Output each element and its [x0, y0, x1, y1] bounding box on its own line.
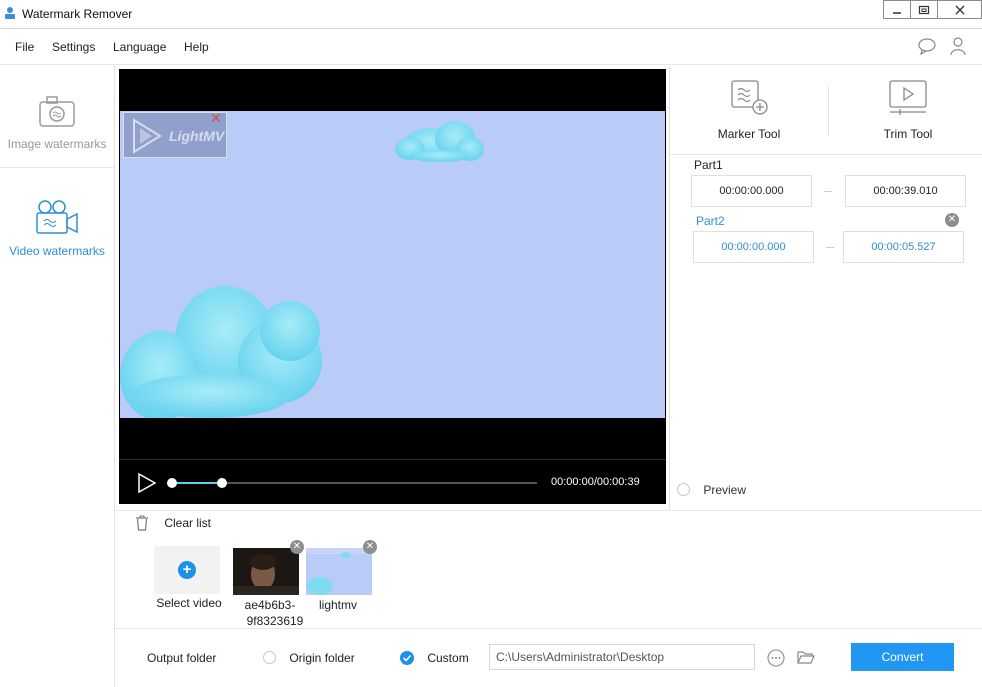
clear-list-label: Clear list	[164, 516, 212, 530]
preview-radio[interactable]	[677, 483, 690, 497]
playback-time: 00:00:00/00:00:39	[551, 476, 640, 488]
checkmark-icon	[402, 654, 412, 662]
part2-label: Part2	[696, 214, 725, 228]
seek-bar-progress	[171, 482, 223, 484]
file-thumbnail-2[interactable]	[306, 548, 372, 595]
menu-bar: File Settings Language Help	[0, 30, 982, 65]
seek-bar[interactable]	[167, 478, 537, 488]
file-thumbnail-1[interactable]	[233, 548, 299, 595]
trim-tool-icon	[889, 80, 927, 115]
minimize-button[interactable]	[883, 0, 911, 19]
sidebar: Image watermarks Video watermarks	[0, 66, 115, 687]
output-folder-label: Output folder	[147, 651, 217, 665]
watermark-remove-icon[interactable]: ✕	[210, 110, 222, 127]
tools-panel: Marker Tool Trim Tool Part1 00:00:00.000…	[669, 66, 982, 510]
sidebar-item-label: Image watermarks	[7, 137, 107, 151]
menu-file[interactable]: File	[15, 40, 34, 54]
trash-icon	[136, 515, 148, 531]
custom-folder-option[interactable]: Custom	[400, 650, 469, 665]
tool-separator	[828, 86, 829, 136]
preview-option[interactable]: Preview	[677, 482, 746, 497]
convert-button[interactable]: Convert	[851, 643, 954, 671]
close-button[interactable]	[938, 0, 982, 19]
part1-label: Part1	[694, 158, 723, 172]
output-path-field[interactable]	[489, 644, 755, 670]
more-options-icon[interactable]	[767, 649, 785, 667]
file-2-name: lightmv	[318, 598, 357, 612]
marker-tool-label: Marker Tool	[717, 127, 781, 141]
remove-file-1-icon[interactable]: ✕	[290, 540, 304, 554]
remove-file-2-icon[interactable]: ✕	[363, 540, 377, 554]
app-logo-icon	[5, 7, 15, 19]
clear-list-button[interactable]: Clear list	[135, 515, 211, 531]
range-dash	[826, 247, 834, 248]
custom-label: Custom	[427, 650, 469, 665]
video-thumbnail-image	[306, 548, 372, 595]
sidebar-item-video-watermarks[interactable]: Video watermarks	[0, 199, 114, 258]
select-video-label: Select video	[156, 596, 222, 610]
trim-tool-button[interactable]: Trim Tool	[848, 78, 968, 141]
marker-tool-button[interactable]: Marker Tool	[689, 78, 809, 141]
lightmv-logo-icon	[133, 118, 162, 154]
feedback-icon[interactable]	[917, 36, 937, 56]
custom-radio-checked[interactable]	[400, 650, 414, 665]
remove-part2-icon[interactable]: ✕	[945, 213, 959, 227]
seek-handle[interactable]	[217, 478, 228, 488]
trim-tool-label: Trim Tool	[883, 127, 933, 141]
origin-folder-label: Origin folder	[289, 650, 355, 665]
play-icon[interactable]	[137, 472, 157, 494]
maximize-button[interactable]	[911, 0, 938, 19]
user-icon[interactable]	[948, 36, 968, 56]
file-1-name-line2: 9f8323619	[246, 614, 304, 628]
marker-tool-icon	[731, 80, 768, 115]
sidebar-item-image-watermarks[interactable]: Image watermarks	[0, 94, 114, 151]
range-dash	[824, 191, 832, 192]
menu-help[interactable]: Help	[184, 40, 209, 54]
file-1-name-line1: ae4b6b3-	[244, 598, 296, 612]
trim-start-handle[interactable]	[167, 478, 177, 488]
player-controls: 00:00:00/00:00:39	[119, 459, 666, 504]
preview-label: Preview	[703, 482, 747, 497]
window-title: Watermark Remover	[22, 7, 133, 21]
camera-icon	[39, 96, 75, 127]
minimize-icon	[893, 11, 901, 14]
part1-end-time[interactable]: 00:00:39.010	[845, 175, 966, 207]
sidebar-divider	[0, 167, 114, 168]
folder-open-icon[interactable]	[797, 649, 815, 665]
close-icon	[955, 5, 964, 14]
video-thumbnail-image	[233, 548, 299, 595]
plus-icon: +	[178, 561, 196, 579]
menu-settings[interactable]: Settings	[52, 40, 95, 54]
restore-icon	[918, 5, 930, 14]
origin-folder-option[interactable]: Origin folder	[263, 650, 355, 665]
video-camera-icon	[36, 200, 78, 234]
watermark-text: LightMV	[169, 128, 225, 144]
origin-folder-radio[interactable]	[263, 651, 276, 665]
menu-language[interactable]: Language	[113, 40, 166, 54]
watermark-selection-box[interactable]: LightMV ✕	[123, 110, 227, 158]
part2-start-time[interactable]: 00:00:00.000	[693, 231, 814, 263]
part2-end-time[interactable]: 00:00:05.527	[843, 231, 964, 263]
sidebar-item-label: Video watermarks	[9, 244, 105, 258]
part1-start-time[interactable]: 00:00:00.000	[691, 175, 812, 207]
select-video-button[interactable]: +	[154, 546, 220, 594]
tools-divider	[670, 154, 982, 155]
title-bar: Watermark Remover	[0, 0, 982, 29]
